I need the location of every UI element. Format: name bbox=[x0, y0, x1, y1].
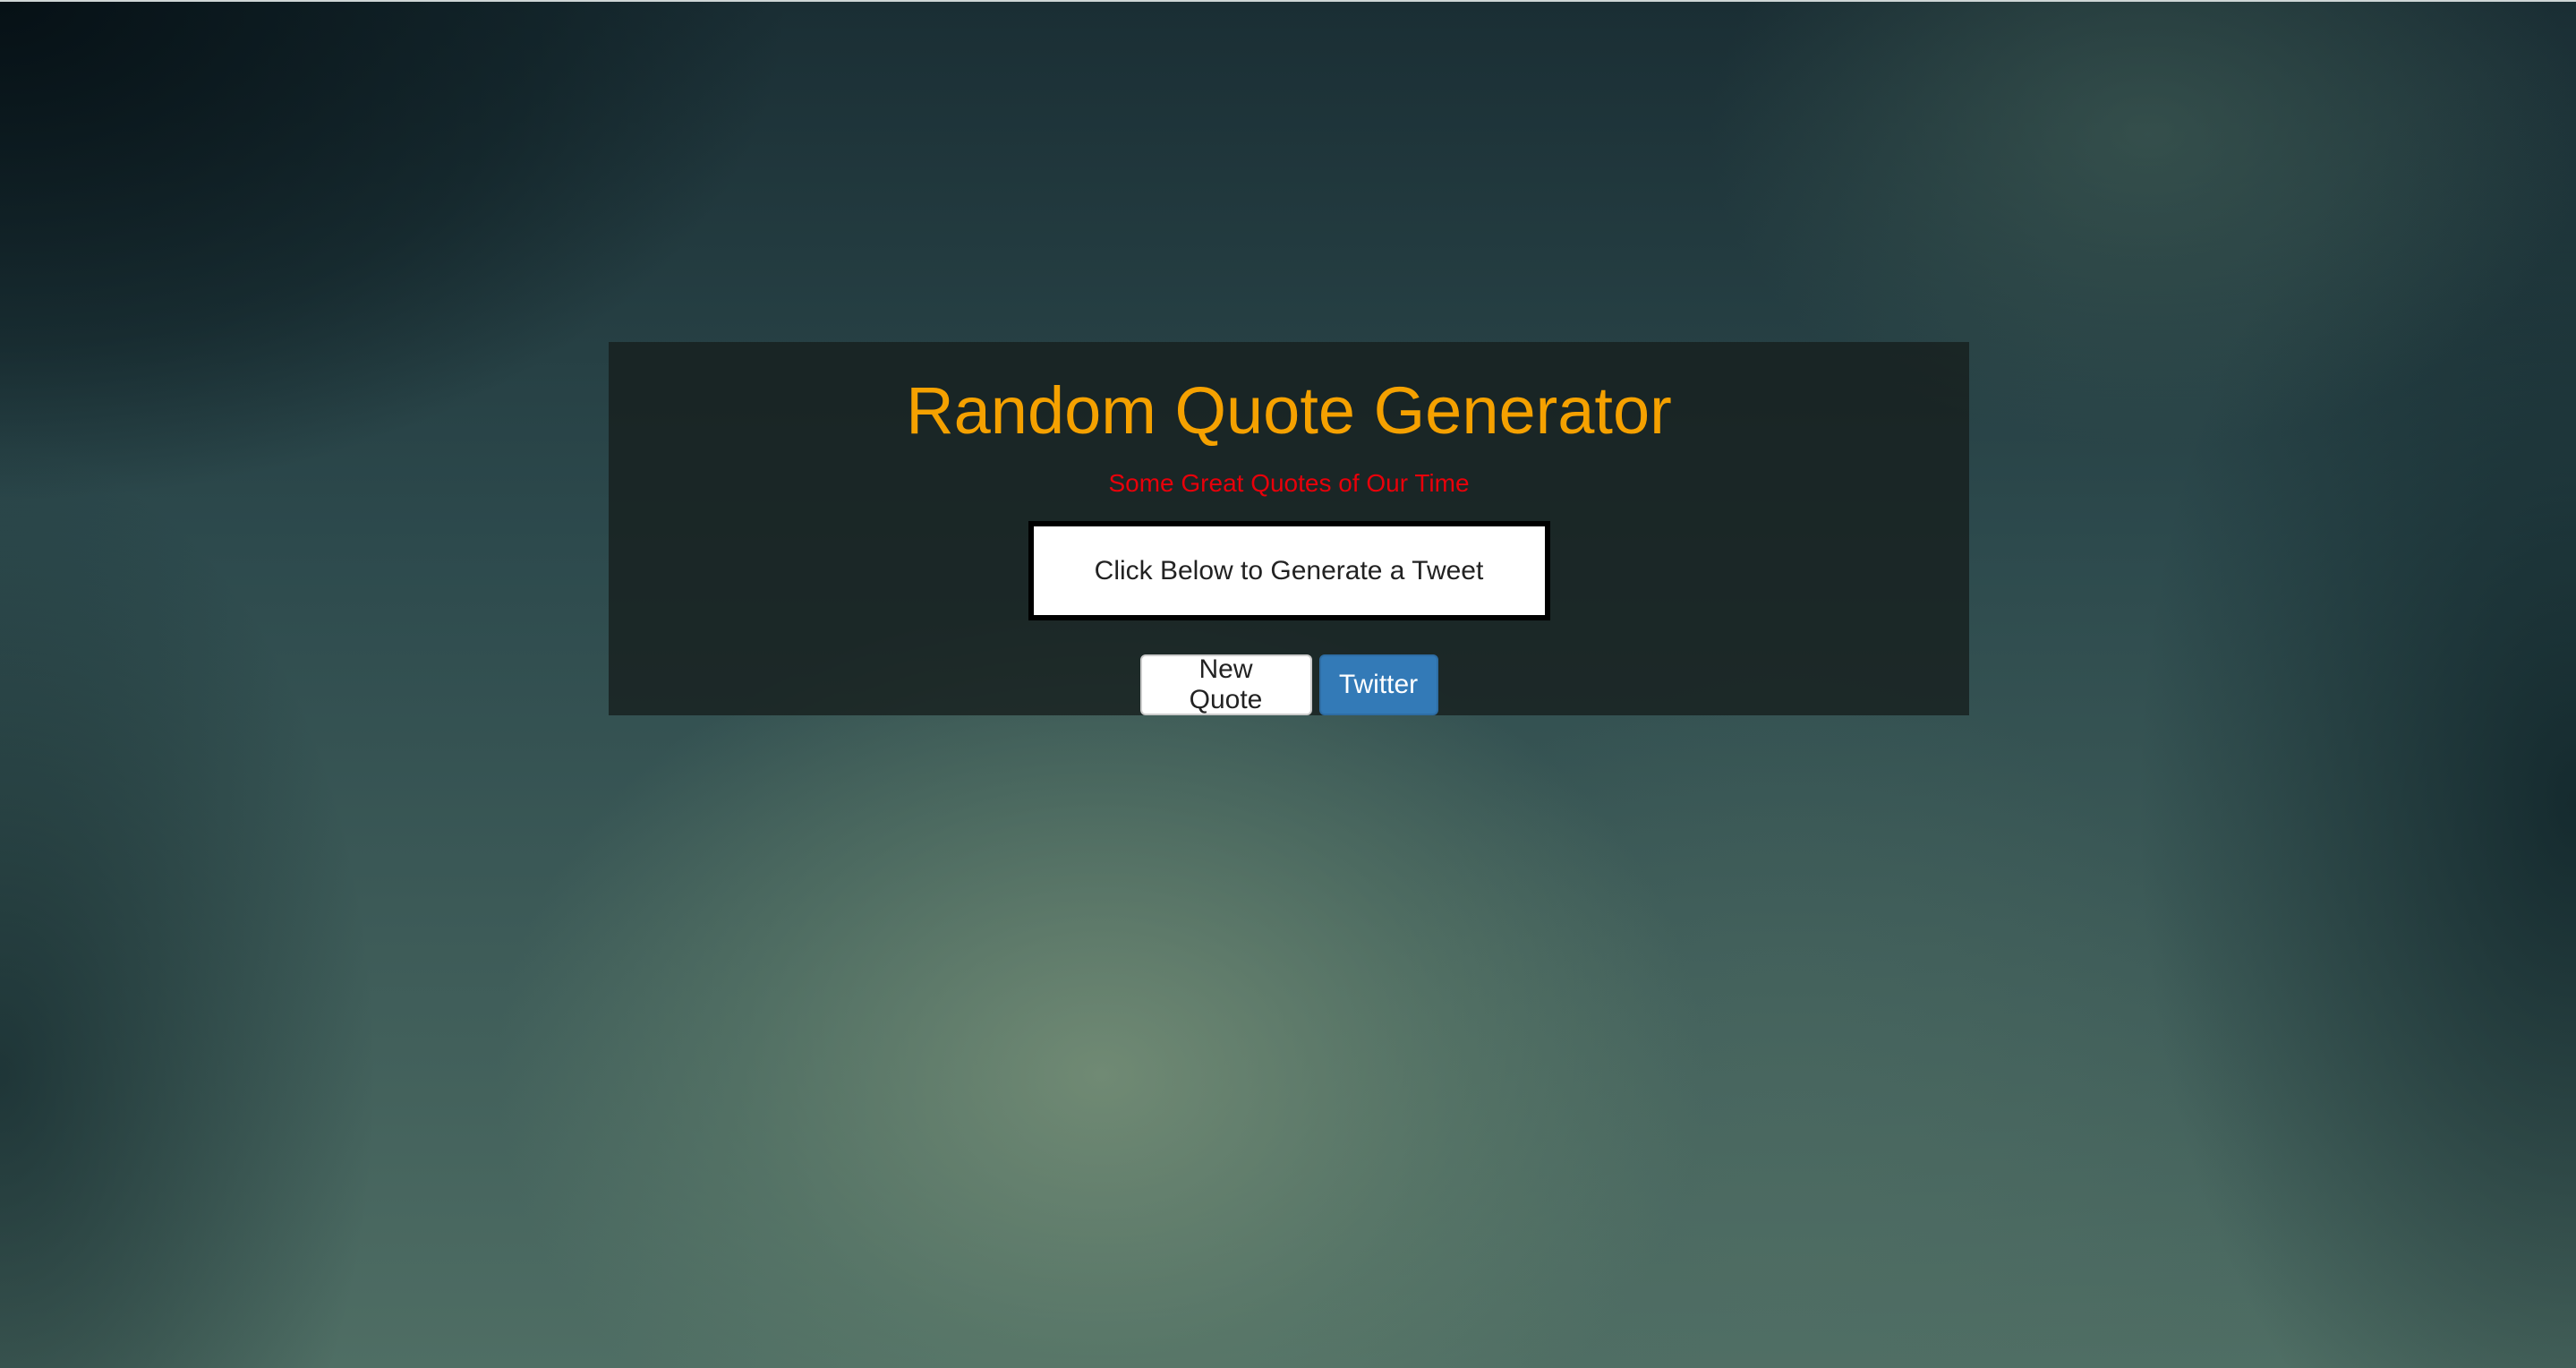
quote-text: Click Below to Generate a Tweet bbox=[1094, 555, 1484, 586]
new-quote-button[interactable]: New Quote bbox=[1139, 654, 1312, 715]
top-border bbox=[0, 0, 2576, 2]
button-group: New Quote Twitter bbox=[609, 654, 1969, 715]
twitter-button[interactable]: Twitter bbox=[1318, 654, 1438, 715]
page-subtitle: Some Great Quotes of Our Time bbox=[1108, 469, 1470, 497]
quote-box: Click Below to Generate a Tweet bbox=[1028, 521, 1550, 620]
quote-panel: Random Quote Generator Some Great Quotes… bbox=[609, 342, 1969, 715]
page-title: Random Quote Generator bbox=[906, 373, 1672, 448]
